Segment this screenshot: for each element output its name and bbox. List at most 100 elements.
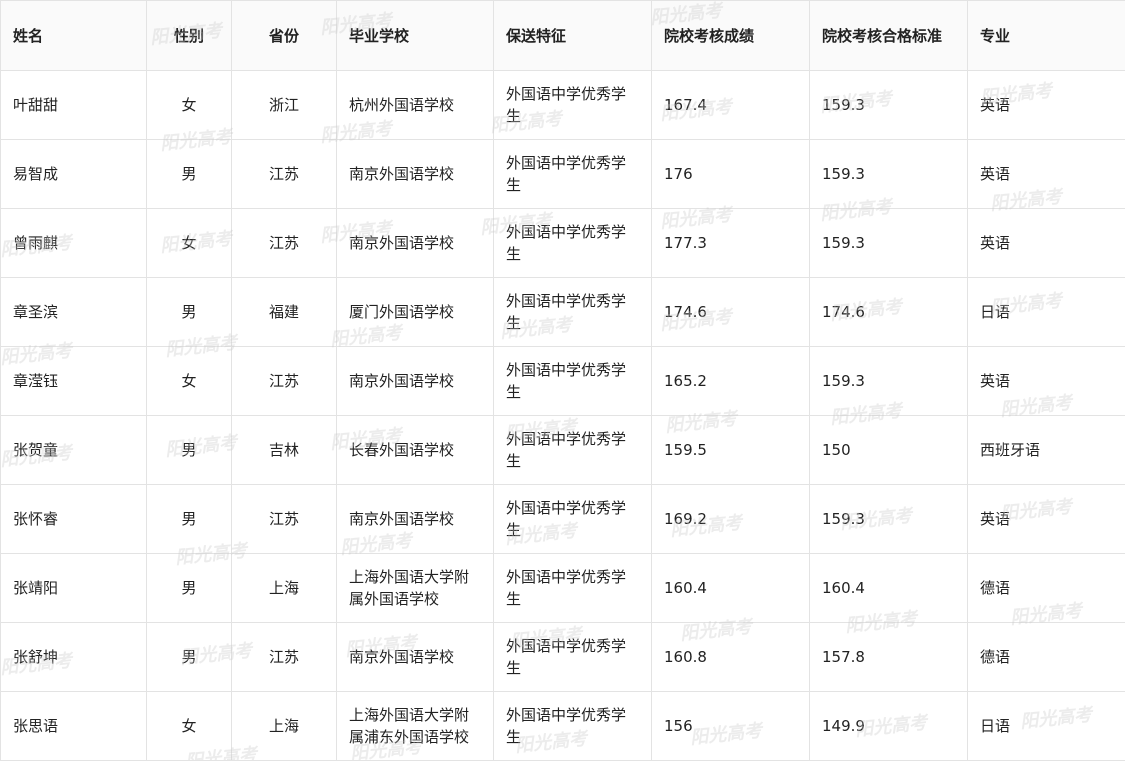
cell-feature: 外国语中学优秀学生 <box>494 692 652 761</box>
cell-major: 日语 <box>968 278 1125 347</box>
cell-score: 156 <box>652 692 810 761</box>
table-row: 张靖阳男上海上海外国语大学附属外国语学校外国语中学优秀学生160.4160.4德… <box>1 554 1125 623</box>
cell-province: 吉林 <box>232 416 337 485</box>
cell-score: 177.3 <box>652 209 810 278</box>
cell-feature: 外国语中学优秀学生 <box>494 209 652 278</box>
header-major: 专业 <box>968 1 1125 71</box>
cell-standard: 159.3 <box>810 71 968 140</box>
table-row: 易智成男江苏南京外国语学校外国语中学优秀学生176159.3英语 <box>1 140 1125 209</box>
cell-score: 169.2 <box>652 485 810 554</box>
cell-score: 165.2 <box>652 347 810 416</box>
cell-standard: 150 <box>810 416 968 485</box>
cell-major: 英语 <box>968 71 1125 140</box>
cell-province: 江苏 <box>232 209 337 278</box>
cell-province: 上海 <box>232 554 337 623</box>
cell-school: 厦门外国语学校 <box>337 278 494 347</box>
cell-school: 长春外国语学校 <box>337 416 494 485</box>
header-gender: 性别 <box>147 1 232 71</box>
cell-name: 章滢钰 <box>1 347 147 416</box>
cell-province: 上海 <box>232 692 337 761</box>
cell-major: 日语 <box>968 692 1125 761</box>
table-row: 张思语女上海上海外国语大学附属浦东外国语学校外国语中学优秀学生156149.9日… <box>1 692 1125 761</box>
cell-standard: 157.8 <box>810 623 968 692</box>
cell-standard: 159.3 <box>810 347 968 416</box>
cell-name: 张怀睿 <box>1 485 147 554</box>
cell-name: 章圣滨 <box>1 278 147 347</box>
cell-gender: 男 <box>147 485 232 554</box>
header-row: 姓名 性别 省份 毕业学校 保送特征 院校考核成绩 院校考核合格标准 专业 <box>1 1 1125 71</box>
cell-gender: 男 <box>147 416 232 485</box>
cell-gender: 女 <box>147 692 232 761</box>
cell-province: 江苏 <box>232 485 337 554</box>
cell-name: 张舒坤 <box>1 623 147 692</box>
cell-standard: 160.4 <box>810 554 968 623</box>
cell-feature: 外国语中学优秀学生 <box>494 485 652 554</box>
cell-major: 西班牙语 <box>968 416 1125 485</box>
cell-score: 167.4 <box>652 71 810 140</box>
cell-school: 南京外国语学校 <box>337 347 494 416</box>
cell-score: 160.4 <box>652 554 810 623</box>
cell-feature: 外国语中学优秀学生 <box>494 140 652 209</box>
cell-feature: 外国语中学优秀学生 <box>494 623 652 692</box>
header-name: 姓名 <box>1 1 147 71</box>
cell-province: 福建 <box>232 278 337 347</box>
cell-major: 德语 <box>968 554 1125 623</box>
table-row: 曾雨麒女江苏南京外国语学校外国语中学优秀学生177.3159.3英语 <box>1 209 1125 278</box>
cell-feature: 外国语中学优秀学生 <box>494 554 652 623</box>
cell-feature: 外国语中学优秀学生 <box>494 71 652 140</box>
cell-province: 江苏 <box>232 140 337 209</box>
header-province: 省份 <box>232 1 337 71</box>
cell-major: 英语 <box>968 140 1125 209</box>
cell-standard: 149.9 <box>810 692 968 761</box>
cell-name: 叶甜甜 <box>1 71 147 140</box>
cell-school: 上海外国语大学附属浦东外国语学校 <box>337 692 494 761</box>
cell-major: 英语 <box>968 347 1125 416</box>
cell-school: 杭州外国语学校 <box>337 71 494 140</box>
header-school: 毕业学校 <box>337 1 494 71</box>
cell-gender: 女 <box>147 347 232 416</box>
cell-school: 南京外国语学校 <box>337 209 494 278</box>
cell-gender: 男 <box>147 623 232 692</box>
cell-score: 174.6 <box>652 278 810 347</box>
cell-school: 南京外国语学校 <box>337 140 494 209</box>
table-row: 张怀睿男江苏南京外国语学校外国语中学优秀学生169.2159.3英语 <box>1 485 1125 554</box>
cell-standard: 159.3 <box>810 485 968 554</box>
table-row: 章圣滨男福建厦门外国语学校外国语中学优秀学生174.6174.6日语 <box>1 278 1125 347</box>
table-body: 叶甜甜女浙江杭州外国语学校外国语中学优秀学生167.4159.3英语易智成男江苏… <box>1 71 1125 761</box>
table-row: 叶甜甜女浙江杭州外国语学校外国语中学优秀学生167.4159.3英语 <box>1 71 1125 140</box>
cell-gender: 男 <box>147 278 232 347</box>
cell-major: 英语 <box>968 209 1125 278</box>
cell-name: 张思语 <box>1 692 147 761</box>
cell-gender: 女 <box>147 71 232 140</box>
cell-name: 易智成 <box>1 140 147 209</box>
cell-province: 江苏 <box>232 623 337 692</box>
header-score: 院校考核成绩 <box>652 1 810 71</box>
cell-name: 曾雨麒 <box>1 209 147 278</box>
header-standard: 院校考核合格标准 <box>810 1 968 71</box>
cell-score: 159.5 <box>652 416 810 485</box>
cell-feature: 外国语中学优秀学生 <box>494 278 652 347</box>
admission-table: 姓名 性别 省份 毕业学校 保送特征 院校考核成绩 院校考核合格标准 专业 叶甜… <box>0 0 1125 761</box>
cell-standard: 159.3 <box>810 140 968 209</box>
header-feature: 保送特征 <box>494 1 652 71</box>
cell-name: 张贺童 <box>1 416 147 485</box>
cell-school: 上海外国语大学附属外国语学校 <box>337 554 494 623</box>
cell-score: 160.8 <box>652 623 810 692</box>
cell-school: 南京外国语学校 <box>337 623 494 692</box>
cell-province: 江苏 <box>232 347 337 416</box>
cell-major: 德语 <box>968 623 1125 692</box>
cell-gender: 男 <box>147 140 232 209</box>
cell-province: 浙江 <box>232 71 337 140</box>
table-row: 张舒坤男江苏南京外国语学校外国语中学优秀学生160.8157.8德语 <box>1 623 1125 692</box>
cell-score: 176 <box>652 140 810 209</box>
cell-school: 南京外国语学校 <box>337 485 494 554</box>
cell-feature: 外国语中学优秀学生 <box>494 416 652 485</box>
table-row: 章滢钰女江苏南京外国语学校外国语中学优秀学生165.2159.3英语 <box>1 347 1125 416</box>
cell-major: 英语 <box>968 485 1125 554</box>
cell-gender: 男 <box>147 554 232 623</box>
cell-standard: 174.6 <box>810 278 968 347</box>
cell-feature: 外国语中学优秀学生 <box>494 347 652 416</box>
cell-standard: 159.3 <box>810 209 968 278</box>
table-row: 张贺童男吉林长春外国语学校外国语中学优秀学生159.5150西班牙语 <box>1 416 1125 485</box>
cell-gender: 女 <box>147 209 232 278</box>
